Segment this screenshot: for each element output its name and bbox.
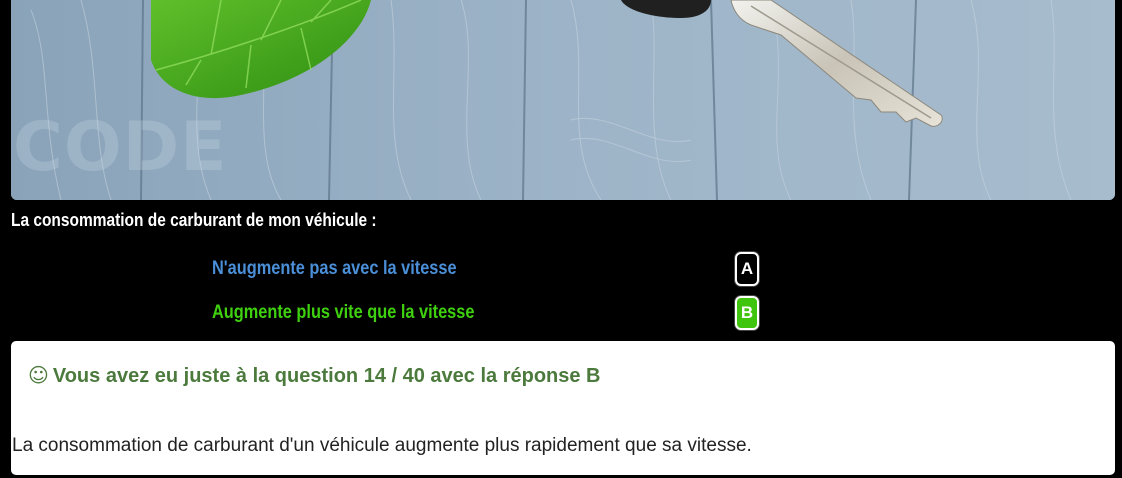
answer-a-key-button[interactable]: A [735,252,759,286]
question-text: La consommation de carburant de mon véhi… [11,210,377,230]
quiz-page: CODE La consommation de carburant de mon… [0,0,1122,478]
answer-a-label[interactable]: N'augmente pas avec la vitesse [212,258,457,280]
smiley-icon: ☺ [28,363,49,387]
question-photo: CODE [11,0,1115,200]
answer-b-key-button[interactable]: B [735,296,759,330]
explanation-text: La consommation de carburant d'un véhicu… [12,435,752,456]
result-title: ☺ Vous avez eu juste à la question 14 / 4… [28,363,601,388]
result-panel: ☺ Vous avez eu juste à la question 14 / 4… [11,341,1115,475]
watermark-logo: CODE [13,108,228,187]
result-title-text: Vous avez eu juste à la question 14 / 40… [52,365,601,387]
answer-b-label[interactable]: Augmente plus vite que la vitesse [212,302,474,324]
